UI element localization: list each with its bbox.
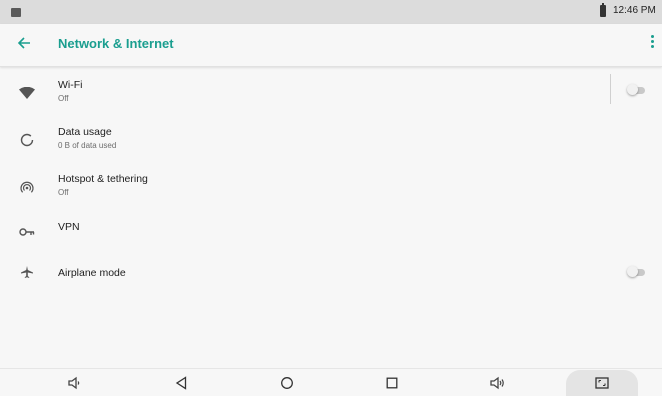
settings-screen: 12:46 PM Network & Internet Wi-Fi Off Da…: [0, 0, 662, 396]
wifi-divider: [610, 74, 611, 104]
back-triangle-icon[interactable]: [169, 373, 193, 393]
airplane-icon: [16, 261, 38, 283]
vpn-key-icon: [16, 221, 38, 243]
airplane-toggle[interactable]: [627, 266, 647, 278]
arrow-back-icon[interactable]: [14, 34, 34, 54]
app-bar: Network & Internet: [0, 24, 662, 67]
list-item-hotspot[interactable]: Hotspot & tethering Off: [0, 164, 662, 210]
wifi-icon: [16, 82, 38, 104]
wifi-toggle[interactable]: [627, 84, 647, 96]
wifi-summary: Off: [58, 94, 69, 103]
page-title: Network & Internet: [58, 36, 174, 51]
list-item-wifi[interactable]: Wi-Fi Off: [0, 70, 662, 116]
list-item-airplane[interactable]: Airplane mode: [0, 257, 662, 303]
data-usage-summary: 0 B of data used: [58, 141, 117, 150]
data-usage-title: Data usage: [58, 126, 112, 138]
status-time: 12:46 PM: [613, 5, 656, 16]
list-item-vpn[interactable]: VPN: [0, 210, 662, 256]
navigation-bar: [0, 368, 662, 396]
hotspot-summary: Off: [58, 188, 69, 197]
vpn-title: VPN: [58, 221, 80, 233]
more-vert-icon[interactable]: [648, 35, 656, 55]
volume-down-icon[interactable]: [62, 373, 86, 393]
hotspot-icon: [16, 176, 38, 198]
battery-icon: [600, 3, 606, 17]
wifi-title: Wi-Fi: [58, 79, 83, 91]
hotspot-title: Hotspot & tethering: [58, 173, 148, 185]
data-usage-icon: [16, 129, 38, 151]
status-bar: 12:46 PM: [0, 0, 662, 24]
notification-image-icon: [11, 8, 21, 17]
home-circle-icon[interactable]: [275, 373, 299, 393]
list-item-data-usage[interactable]: Data usage 0 B of data used: [0, 117, 662, 163]
recents-square-icon[interactable]: [380, 373, 404, 393]
volume-up-icon[interactable]: [485, 373, 509, 393]
airplane-title: Airplane mode: [58, 267, 126, 279]
screenshot-icon[interactable]: [590, 373, 614, 393]
